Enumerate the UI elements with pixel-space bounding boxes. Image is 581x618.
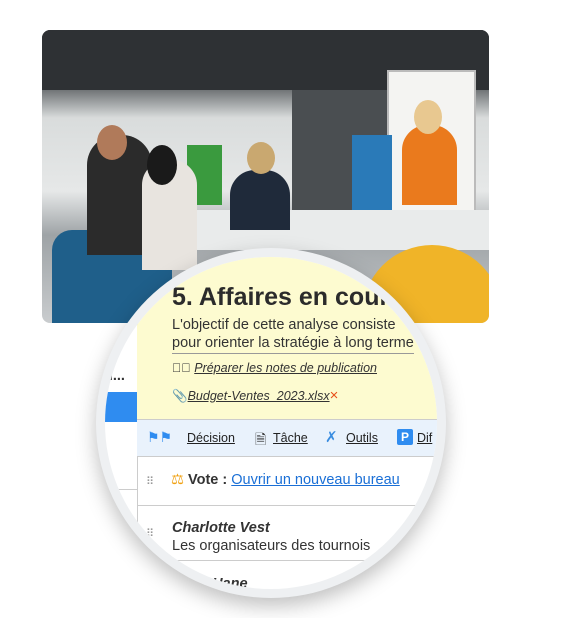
comment-text: Les organisateurs des tournois (172, 538, 371, 554)
tools-button[interactable]: Outils (346, 431, 378, 445)
vote-label: Vote : (188, 472, 228, 488)
drag-handle-icon[interactable]: ⠿ (146, 527, 154, 540)
decision-button[interactable]: Décision (187, 431, 235, 445)
description-line: L'objectif de cette analyse consiste (172, 317, 396, 333)
task-document-icon: 🗎 (255, 431, 267, 447)
agenda-description: L'objectif de cette analyse consiste pou… (172, 316, 414, 354)
sidebar (105, 257, 138, 589)
sidebar-item-selected[interactable] (105, 392, 137, 422)
scales-icon: ⚖ (171, 472, 184, 488)
check-circle-icon: ✓⃝ (172, 361, 191, 375)
next-comment-author: ...Hane (200, 576, 248, 589)
agenda-title: 5. Affaires en cours (172, 283, 404, 311)
magnifier-lens: d... 5. Affaires en cours L'objectif de … (105, 257, 437, 589)
description-line: pour orienter la stratégie à long terme (172, 335, 414, 351)
task-button[interactable]: Tâche (273, 431, 308, 445)
checkered-flags-icon: ⚑⚑ (147, 429, 173, 445)
attachment-link[interactable]: Budget-Ventes_2023.xlsx (188, 389, 330, 403)
task-link[interactable]: Préparer les notes de publication (194, 361, 377, 375)
toolbar: ⚑⚑ Décision 🗎 Tâche ✗ Outils P Dif (137, 419, 437, 457)
comment-author: Charlotte Vest (172, 520, 270, 536)
tools-icon: ✗ (325, 429, 338, 446)
paperclip-icon: 📎 (172, 389, 188, 403)
diffusion-button[interactable]: Dif (417, 431, 432, 445)
task-item[interactable]: ✓⃝ Préparer les notes de publication (172, 361, 377, 375)
vote-row: ⚖ Vote : Ouvrir un nouveau bureau (171, 472, 400, 488)
attachment[interactable]: 📎Budget-Ventes_2023.xlsx× (172, 387, 338, 404)
drag-handle-icon[interactable]: ⠿ (146, 475, 154, 488)
vote-link[interactable]: Ouvrir un nouveau bureau (231, 472, 399, 488)
remove-icon[interactable]: × (330, 387, 339, 404)
sidebar-item[interactable]: d... (105, 368, 125, 384)
parking-p-icon: P (397, 429, 413, 445)
